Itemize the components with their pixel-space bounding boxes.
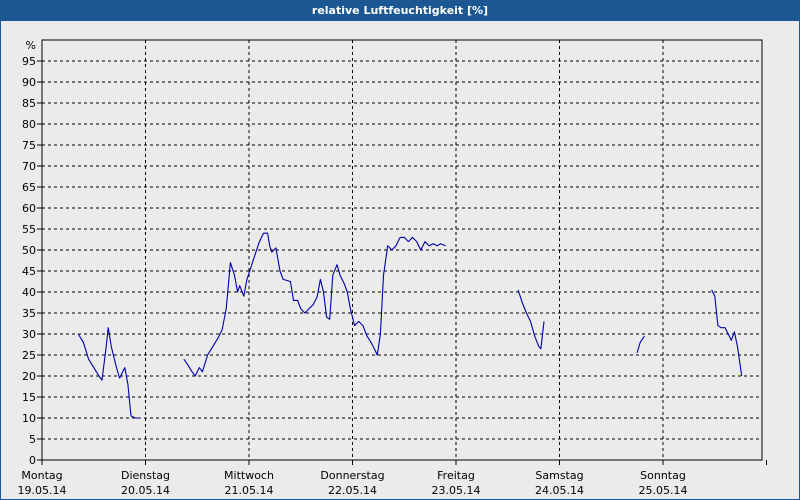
y-tick-label: 50 (22, 244, 36, 257)
y-tick-label: 40 (22, 286, 36, 299)
x-tick-label-date: 23.05.14 (432, 484, 481, 497)
x-tick-label-day: Dienstag (121, 469, 170, 482)
y-tick-label: 80 (22, 118, 36, 131)
y-tick-label: 0 (29, 454, 36, 467)
x-tick-label-date: 22.05.14 (328, 484, 377, 497)
y-tick-label: 85 (22, 97, 36, 110)
x-tick-label-day: Sonntag (640, 469, 686, 482)
x-tick-label-date: 20.05.14 (121, 484, 170, 497)
x-tick-label-date: 24.05.14 (535, 484, 584, 497)
x-axis-ticks: Montag 19.05.14 Dienstag 20.05.14 Mittwoch 21… (18, 460, 767, 497)
y-tick-label: 90 (22, 76, 36, 89)
grid (42, 40, 762, 460)
y-tick-label: 15 (22, 391, 36, 404)
x-tick-label-date: 21.05.14 (225, 484, 274, 497)
humidity-chart: 05101520253035404550556065707580859095% … (18, 39, 767, 497)
y-tick-label: 10 (22, 412, 36, 425)
x-tick-label-date: 19.05.14 (18, 484, 67, 497)
x-tick-label-day: Donnerstag (320, 469, 384, 482)
y-tick-label: 60 (22, 202, 36, 215)
y-tick-label: 25 (22, 349, 36, 362)
x-tick-label-day: Samstag (535, 469, 583, 482)
y-tick-label: 70 (22, 160, 36, 173)
x-tick-label-date: 25.05.14 (639, 484, 688, 497)
y-tick-label: 30 (22, 328, 36, 341)
y-tick-label: 95 (22, 55, 36, 68)
x-tick-label-day: Freitag (437, 469, 475, 482)
y-axis-ticks: 0 5 10 15 20 25 30 35 40 45 50 55 60 65 70 75 80 85 90 95% (22, 39, 42, 467)
y-tick-label: 55 (22, 223, 36, 236)
y-tick-label: 45 (22, 265, 36, 278)
y-tick-label: 65 (22, 181, 36, 194)
y-tick-label: 35 (22, 307, 36, 320)
y-tick-label: 20 (22, 370, 36, 383)
x-tick-label-day: Mittwoch (224, 469, 274, 482)
y-axis-unit-label: % (26, 39, 36, 52)
y-tick-label: 75 (22, 139, 36, 152)
y-tick-label: 5 (29, 433, 36, 446)
x-tick-label-day: Montag (21, 469, 62, 482)
